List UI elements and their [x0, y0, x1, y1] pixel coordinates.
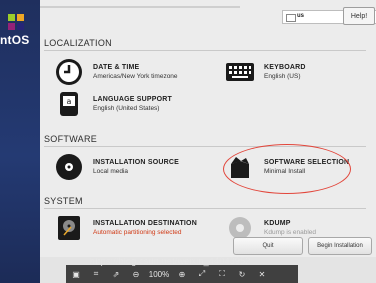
- rotate-icon[interactable]: ↻: [232, 270, 252, 279]
- spoke-status: English (United States): [93, 105, 160, 112]
- zoom-out-icon[interactable]: ⊖: [126, 270, 146, 279]
- spoke-date-time[interactable]: DATE & TIME Americas/New York timezone: [54, 57, 178, 87]
- fit-icon[interactable]: ⤢: [192, 269, 212, 279]
- spoke-title: INSTALLATION SOURCE: [93, 159, 179, 166]
- section-system: SYSTEM: [44, 196, 83, 206]
- spoke-status: Americas/New York timezone: [93, 73, 178, 80]
- zoom-level: 100%: [148, 269, 170, 279]
- language-icon: a: [54, 89, 84, 119]
- spoke-status: Kdump is enabled: [264, 229, 317, 236]
- section-software: SOFTWARE: [44, 134, 98, 144]
- fullscreen-icon[interactable]: ⛶: [212, 269, 232, 279]
- image-viewer-toolbar: ▣ ⌗ ⇗ ⊖ 100% ⊕ ⤢ ⛶ ↻ ✕: [66, 265, 298, 283]
- section-localization: LOCALIZATION: [44, 38, 112, 48]
- section-divider: [44, 50, 366, 51]
- share-icon[interactable]: ⇗: [106, 270, 126, 279]
- keyboard-layout-code: us: [297, 13, 305, 19]
- keyboard-icon: [225, 57, 255, 87]
- spoke-title: INSTALLATION DESTINATION: [93, 220, 197, 227]
- spoke-title: KDUMP: [264, 220, 291, 227]
- watermark-text: https://blog.csdn.net/weixin_44043952: [90, 256, 251, 266]
- close-icon[interactable]: ✕: [252, 270, 272, 279]
- spoke-installation-source[interactable]: INSTALLATION SOURCE Local media: [54, 152, 179, 182]
- crop-icon[interactable]: ⌗: [86, 269, 106, 279]
- zoom-in-icon[interactable]: ⊕: [172, 270, 192, 279]
- spoke-status: English (US): [264, 73, 301, 80]
- spoke-status: Automatic partitioning selected: [93, 229, 182, 236]
- spoke-title: DATE & TIME: [93, 64, 140, 71]
- spoke-language-support[interactable]: a LANGUAGE SUPPORT English (United State…: [54, 89, 172, 119]
- spoke-title: KEYBOARD: [264, 64, 306, 71]
- section-divider: [44, 208, 366, 209]
- save-icon[interactable]: ▣: [66, 270, 86, 279]
- help-button[interactable]: Help!: [343, 7, 375, 25]
- spoke-installation-destination[interactable]: INSTALLATION DESTINATION Automatic parti…: [54, 213, 197, 243]
- svg-text:a: a: [67, 97, 72, 106]
- begin-installation-button[interactable]: Begin Installation: [308, 237, 372, 255]
- quit-button[interactable]: Quit: [233, 237, 303, 255]
- spoke-status: Local media: [93, 168, 129, 175]
- sidebar: ntOS: [0, 0, 40, 283]
- harddrive-icon: [54, 213, 84, 243]
- spoke-keyboard[interactable]: KEYBOARD English (US): [225, 57, 306, 87]
- title-remnant: [40, 6, 240, 8]
- brand-text: ntOS: [0, 33, 30, 47]
- spoke-title: LANGUAGE SUPPORT: [93, 96, 173, 103]
- highlight-annotation: [223, 144, 351, 194]
- keyboard-flag-icon: [286, 14, 296, 22]
- disc-icon: [54, 152, 84, 182]
- centos-logo-icon: [8, 14, 24, 30]
- clock-icon: [54, 57, 84, 87]
